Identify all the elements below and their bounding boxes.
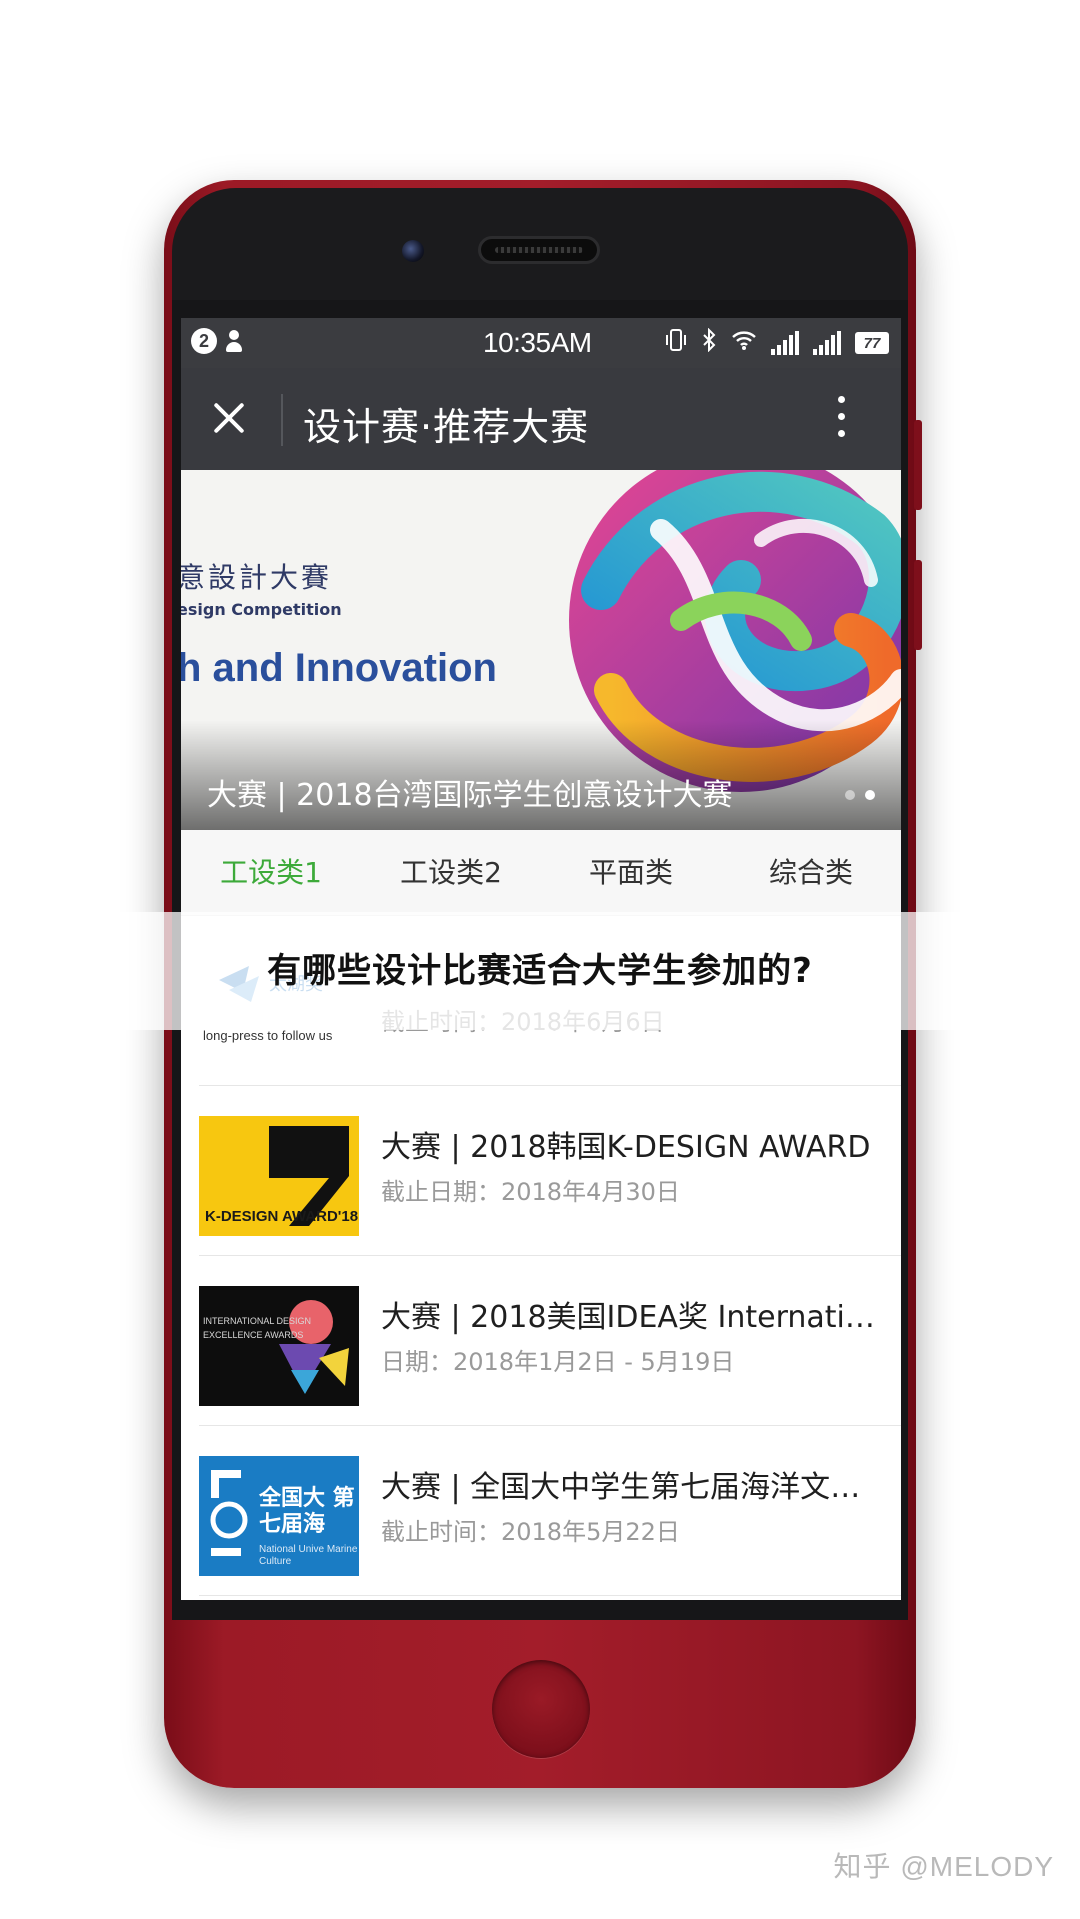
banner-en-text: esign Competition: [181, 600, 342, 619]
vibrate-icon: [665, 328, 687, 358]
tab-industrial-2[interactable]: 工设类2: [361, 830, 541, 915]
item-thumbnail-text: long-press to follow us: [203, 1028, 333, 1043]
item-title: 大赛 | 2018美国IDEA奖 International Design Ex…: [381, 1300, 881, 1335]
volume-button: [914, 420, 922, 510]
status-time: 10:35AM: [483, 327, 592, 358]
item-thumbnail-text: K-DESIGN AWARD'18: [205, 1208, 359, 1225]
item-thumbnail-text: 全国大 第七届海: [259, 1486, 355, 1537]
contacts-icon: [225, 328, 251, 354]
carousel-dot-active[interactable]: [865, 790, 875, 800]
item-thumbnail: 全国大 第七届海 National Unive Marine Culture: [199, 1456, 359, 1576]
item-thumbnail-subtext: National Unive Marine Culture: [259, 1544, 358, 1567]
tab-graphic[interactable]: 平面类: [541, 830, 721, 915]
bluetooth-icon: [701, 327, 717, 358]
close-icon[interactable]: [209, 398, 249, 438]
list-item[interactable]: K-DESIGN AWARD'18 大赛 | 2018韩国K-DESIGN AW…: [199, 1086, 901, 1256]
banner-cn-text: 意設計大賽: [181, 561, 333, 594]
home-button[interactable]: [492, 1660, 590, 1758]
article-headline: 有哪些设计比赛适合大学生参加的?: [267, 951, 813, 991]
item-date: 日期：2018年1月2日 - 5月19日: [381, 1348, 735, 1376]
idea-logo-icon: [279, 1300, 349, 1394]
watermark: 知乎 @MELODY: [833, 1851, 1054, 1882]
nav-divider: [281, 394, 283, 446]
power-button: [914, 560, 922, 650]
notification-badge-icon: 2: [191, 328, 217, 354]
list-item[interactable]: INTERNATIONAL DESIGN EXCELLENCE AWARDS 大…: [199, 1256, 901, 1426]
front-camera: [402, 240, 424, 262]
carousel-dot[interactable]: [845, 790, 855, 800]
battery-icon: 77: [855, 332, 889, 354]
signal-icon: [771, 331, 799, 355]
status-bar: 2 10:35AM 77: [181, 318, 901, 368]
tab-industrial-1[interactable]: 工设类1: [181, 830, 361, 915]
item-date: 截止时间：2018年5月22日: [381, 1518, 680, 1546]
ocean-logo-icon: [210, 1470, 248, 1556]
more-vertical-icon[interactable]: [835, 396, 847, 444]
page-title: 设计赛·推荐大赛: [303, 405, 590, 449]
earpiece-speaker: [478, 236, 600, 264]
category-tabs: 工设类1 工设类2 平面类 综合类: [181, 830, 901, 916]
page: 2 10:35AM 77 设计赛·推荐大赛 意設計大賽 esign Compet…: [0, 0, 1080, 1919]
banner-caption: 大赛 | 2018台湾国际学生创意设计大赛: [207, 778, 733, 813]
item-thumbnail-text: INTERNATIONAL DESIGN EXCELLENCE AWARDS: [203, 1316, 312, 1340]
item-title: 大赛 | 全国大中学生第七届海洋文化创意设计大赛: [381, 1470, 881, 1505]
item-date: 截止日期：2018年4月30日: [381, 1178, 680, 1206]
item-title: 大赛 | 2018韩国K-DESIGN AWARD: [381, 1130, 871, 1165]
tab-general[interactable]: 综合类: [721, 830, 901, 915]
item-thumbnail: INTERNATIONAL DESIGN EXCELLENCE AWARDS: [199, 1286, 359, 1406]
signal-icon: [813, 331, 841, 355]
item-thumbnail: K-DESIGN AWARD'18: [199, 1116, 359, 1236]
list-item[interactable]: 全国大 第七届海 National Unive Marine Culture 大…: [199, 1426, 901, 1596]
carousel-dots: [845, 790, 875, 800]
wifi-icon: [731, 329, 757, 357]
banner-carousel[interactable]: 意設計大賽 esign Competition h and Innovation…: [181, 470, 901, 830]
banner-tagline: h and Innovation: [181, 646, 497, 690]
nav-bar: 设计赛·推荐大赛: [181, 368, 901, 470]
